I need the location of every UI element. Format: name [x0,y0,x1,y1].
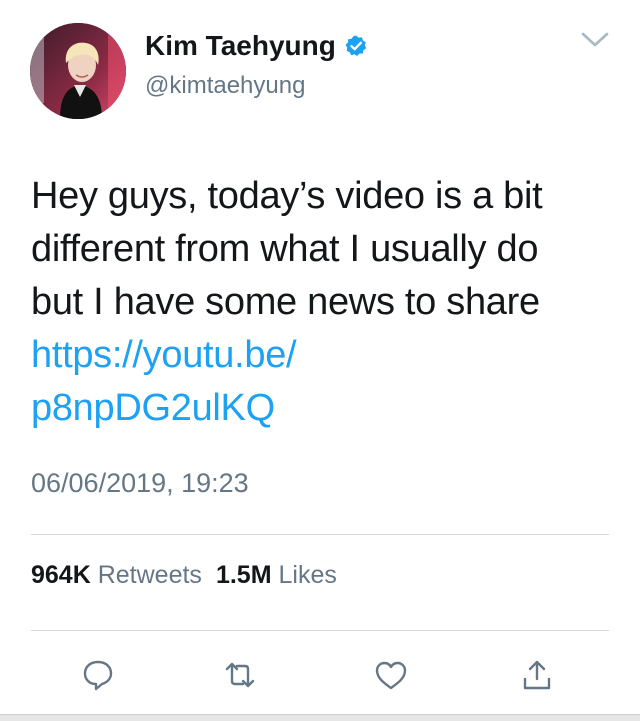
verified-badge-icon [345,35,367,56]
chevron-down-icon [581,32,609,47]
tweet-timestamp[interactable]: 06/06/2019, 19:23 [31,466,249,500]
likes-stat[interactable]: 1.5M Likes [216,561,337,589]
share-icon [523,660,551,690]
bottom-edge [0,714,640,721]
divider [31,534,609,535]
avatar-image [30,23,126,119]
author-name[interactable]: Kim Taehyung [145,28,368,64]
like-icon [375,661,407,690]
share-button[interactable] [517,655,557,695]
retweets-label: Retweets [97,561,202,589]
likes-label: Likes [278,561,337,589]
tweet-stats: 964K Retweets 1.5M Likes [31,559,337,591]
reply-button[interactable] [78,655,118,695]
more-options-button[interactable] [580,30,610,50]
retweets-count: 964K [31,561,91,589]
author-name-text[interactable]: Kim Taehyung [145,30,336,61]
divider [31,630,609,631]
retweet-button[interactable] [220,655,260,695]
retweet-icon [225,662,255,688]
likes-count: 1.5M [215,561,272,589]
retweets-stat[interactable]: 964K Retweets [31,561,202,589]
tweet-text: Hey guys, today’s video is a bit differe… [31,175,543,323]
tweet-link[interactable]: https://youtu.be/ p8npDG2ulKQ [31,329,621,435]
avatar[interactable] [30,23,126,119]
like-button[interactable] [371,655,411,695]
reply-icon [83,660,113,691]
author-handle[interactable]: @kimtaehyung [145,70,305,102]
